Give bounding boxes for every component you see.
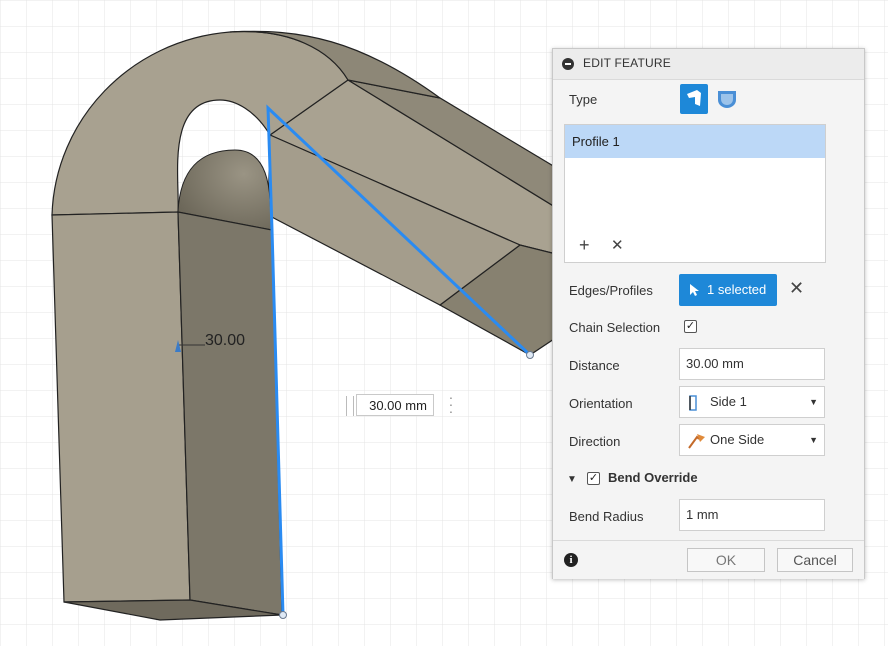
panel-title: EDIT FEATURE [583,56,671,70]
edges-selection-button[interactable]: 1 selected [679,274,777,306]
triangle-down-icon[interactable]: ▼ [567,474,577,485]
type-label: Type [569,92,598,107]
info-icon[interactable]: i [564,553,578,567]
chevron-down-icon: ▼ [809,397,818,407]
chain-selection-label: Chain Selection [569,320,661,335]
ok-button[interactable]: OK [687,548,765,572]
dimension-value: 30.00 [205,332,245,349]
chevron-down-icon: ▼ [809,435,818,445]
inline-distance-field[interactable]: 30.00 mm [356,394,434,416]
direction-label: Direction [569,434,621,449]
edges-selected-count: 1 selected [707,282,767,297]
orientation-select[interactable]: Side 1 ▼ [679,386,825,418]
list-item[interactable]: Profile 1 [565,125,825,158]
bend-override-checkbox[interactable]: ✓ [587,472,600,485]
orientation-value: Side 1 [710,394,747,409]
cursor-arrow-icon [690,284,699,296]
contour-flange-icon [718,91,736,108]
direction-select[interactable]: One Side ▼ [679,424,825,456]
distance-field[interactable]: 30.00 mm [679,348,825,380]
inline-dimension-input[interactable]: 30.00 mm · · · [338,390,468,420]
contour-type-button[interactable] [714,86,740,112]
direction-value: One Side [710,432,765,447]
clear-selection-icon[interactable]: ✕ [789,278,804,299]
panel-header: EDIT FEATURE [553,49,864,80]
flange-type-button[interactable] [680,84,708,114]
collapse-icon[interactable] [562,58,574,70]
edit-feature-panel: EDIT FEATURE Type Profile 1 + ✕ Edges/Pr… [552,48,865,579]
orientation-label: Orientation [569,396,633,411]
edges-profiles-label: Edges/Profiles [569,283,653,298]
profile-list[interactable]: Profile 1 + ✕ [564,124,826,263]
more-options-icon[interactable]: · · · [446,390,456,418]
side-icon [689,395,697,411]
drag-handle[interactable] [346,396,354,416]
one-side-direction-icon [688,434,705,449]
bend-radius-field[interactable]: 1 mm [679,499,825,531]
flange-icon [687,90,701,106]
bend-override-label: Bend Override [608,470,698,485]
remove-icon[interactable]: ✕ [611,236,624,254]
bend-radius-label: Bend Radius [569,509,644,524]
panel-footer: i OK Cancel [553,540,864,579]
cancel-button[interactable]: Cancel [777,548,853,572]
distance-label: Distance [569,358,620,373]
chain-selection-checkbox[interactable]: ✓ [684,320,697,333]
add-icon[interactable]: + [579,235,590,256]
